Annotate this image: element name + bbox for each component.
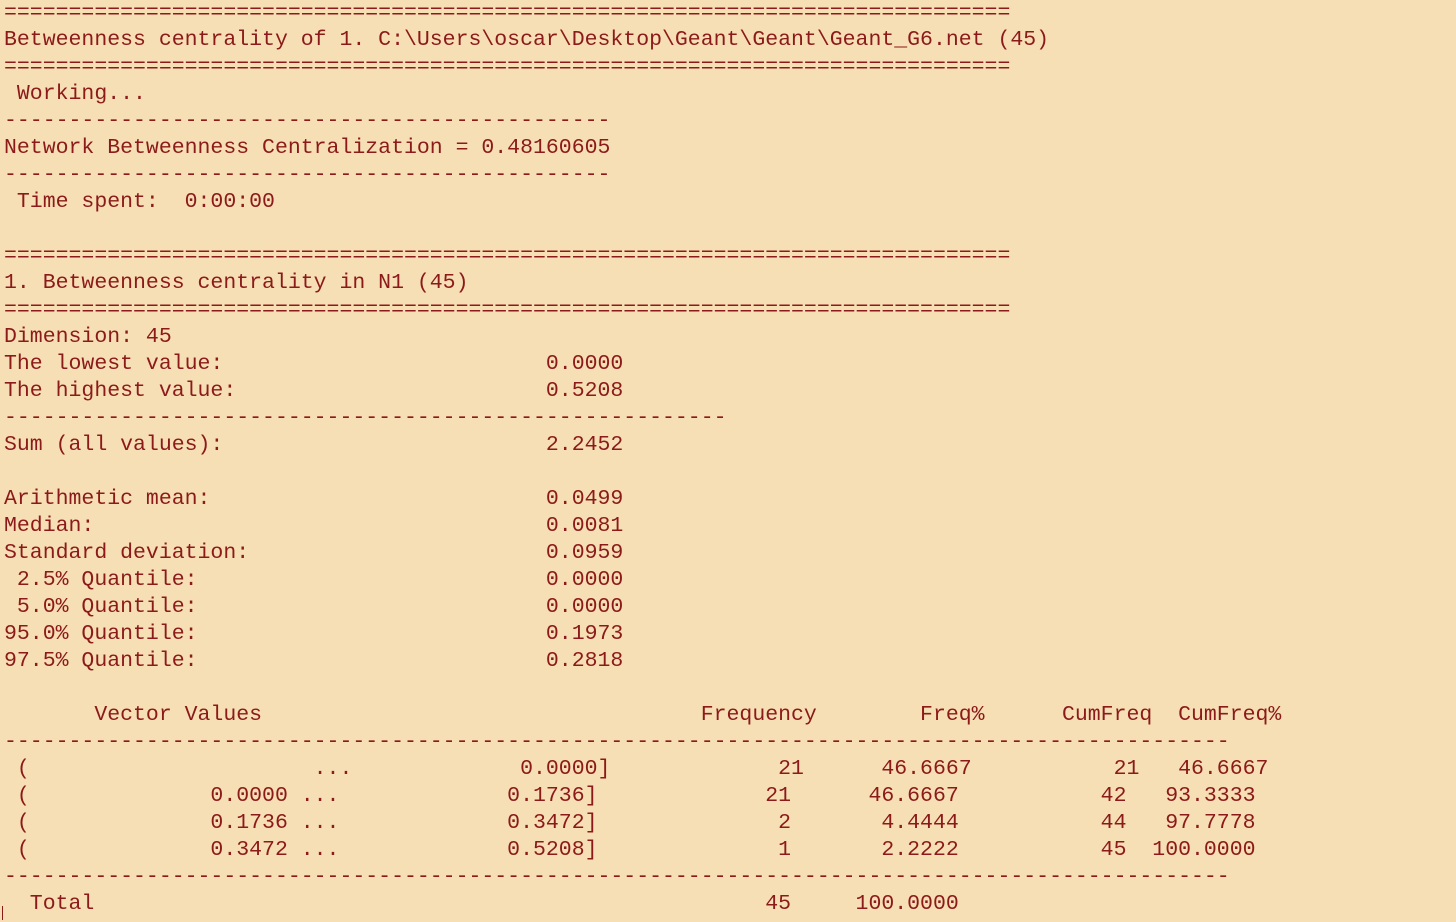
stat-arithmetic-mean: Arithmetic mean: 0.0499 [4, 487, 624, 511]
table-total-row: Total 45 100.0000 [4, 892, 959, 916]
status-working: Working... [4, 82, 146, 106]
stat-highest-value: The highest value: 0.5208 [4, 379, 624, 403]
separator-dashed: ----------------------------------------… [4, 163, 611, 187]
centralization-result: Network Betweenness Centralization = 0.4… [4, 136, 611, 160]
stat-quantile-97-5: 97.5% Quantile: 0.2818 [4, 649, 624, 673]
time-spent: Time spent: 0:00:00 [4, 190, 275, 214]
report-header-title: Betweenness centrality of 1. C:\Users\os… [4, 28, 1050, 52]
table-header: Vector Values Frequency Freq% CumFreq Cu… [4, 703, 1282, 727]
stat-quantile-5-0: 5.0% Quantile: 0.0000 [4, 595, 624, 619]
table-row: ( ... 0.0000] 21 46.6667 21 46.6667 [4, 757, 1269, 781]
separator-dashed: ----------------------------------------… [4, 109, 611, 133]
table-row: ( 0.3472 ... 0.5208] 1 2.2222 45 100.000… [4, 838, 1256, 862]
stat-standard-deviation: Standard deviation: 0.0959 [4, 541, 624, 565]
stat-quantile-2-5: 2.5% Quantile: 0.0000 [4, 568, 624, 592]
stat-quantile-95-0: 95.0% Quantile: 0.1973 [4, 622, 624, 646]
separator-double: ========================================… [4, 55, 1011, 79]
stat-median: Median: 0.0081 [4, 514, 624, 538]
separator-dashed: ----------------------------------------… [4, 406, 727, 430]
separator-dashed: ----------------------------------------… [4, 865, 1230, 889]
separator-double: ========================================… [4, 298, 1011, 322]
stat-dimension: Dimension: 45 [4, 325, 172, 349]
stat-lowest-value: The lowest value: 0.0000 [4, 352, 624, 376]
separator-double: ========================================… [4, 244, 1011, 268]
stat-sum: Sum (all values): 2.2452 [4, 433, 624, 457]
section-title: 1. Betweenness centrality in N1 (45) [4, 271, 469, 295]
table-row: ( 0.1736 ... 0.3472] 2 4.4444 44 97.7778 [4, 811, 1256, 835]
separator-dashed: ----------------------------------------… [4, 730, 1230, 754]
report-output: ========================================… [4, 0, 1281, 918]
text-caret [2, 906, 3, 920]
separator-double: ========================================… [4, 1, 1011, 25]
table-row: ( 0.0000 ... 0.1736] 21 46.6667 42 93.33… [4, 784, 1256, 808]
